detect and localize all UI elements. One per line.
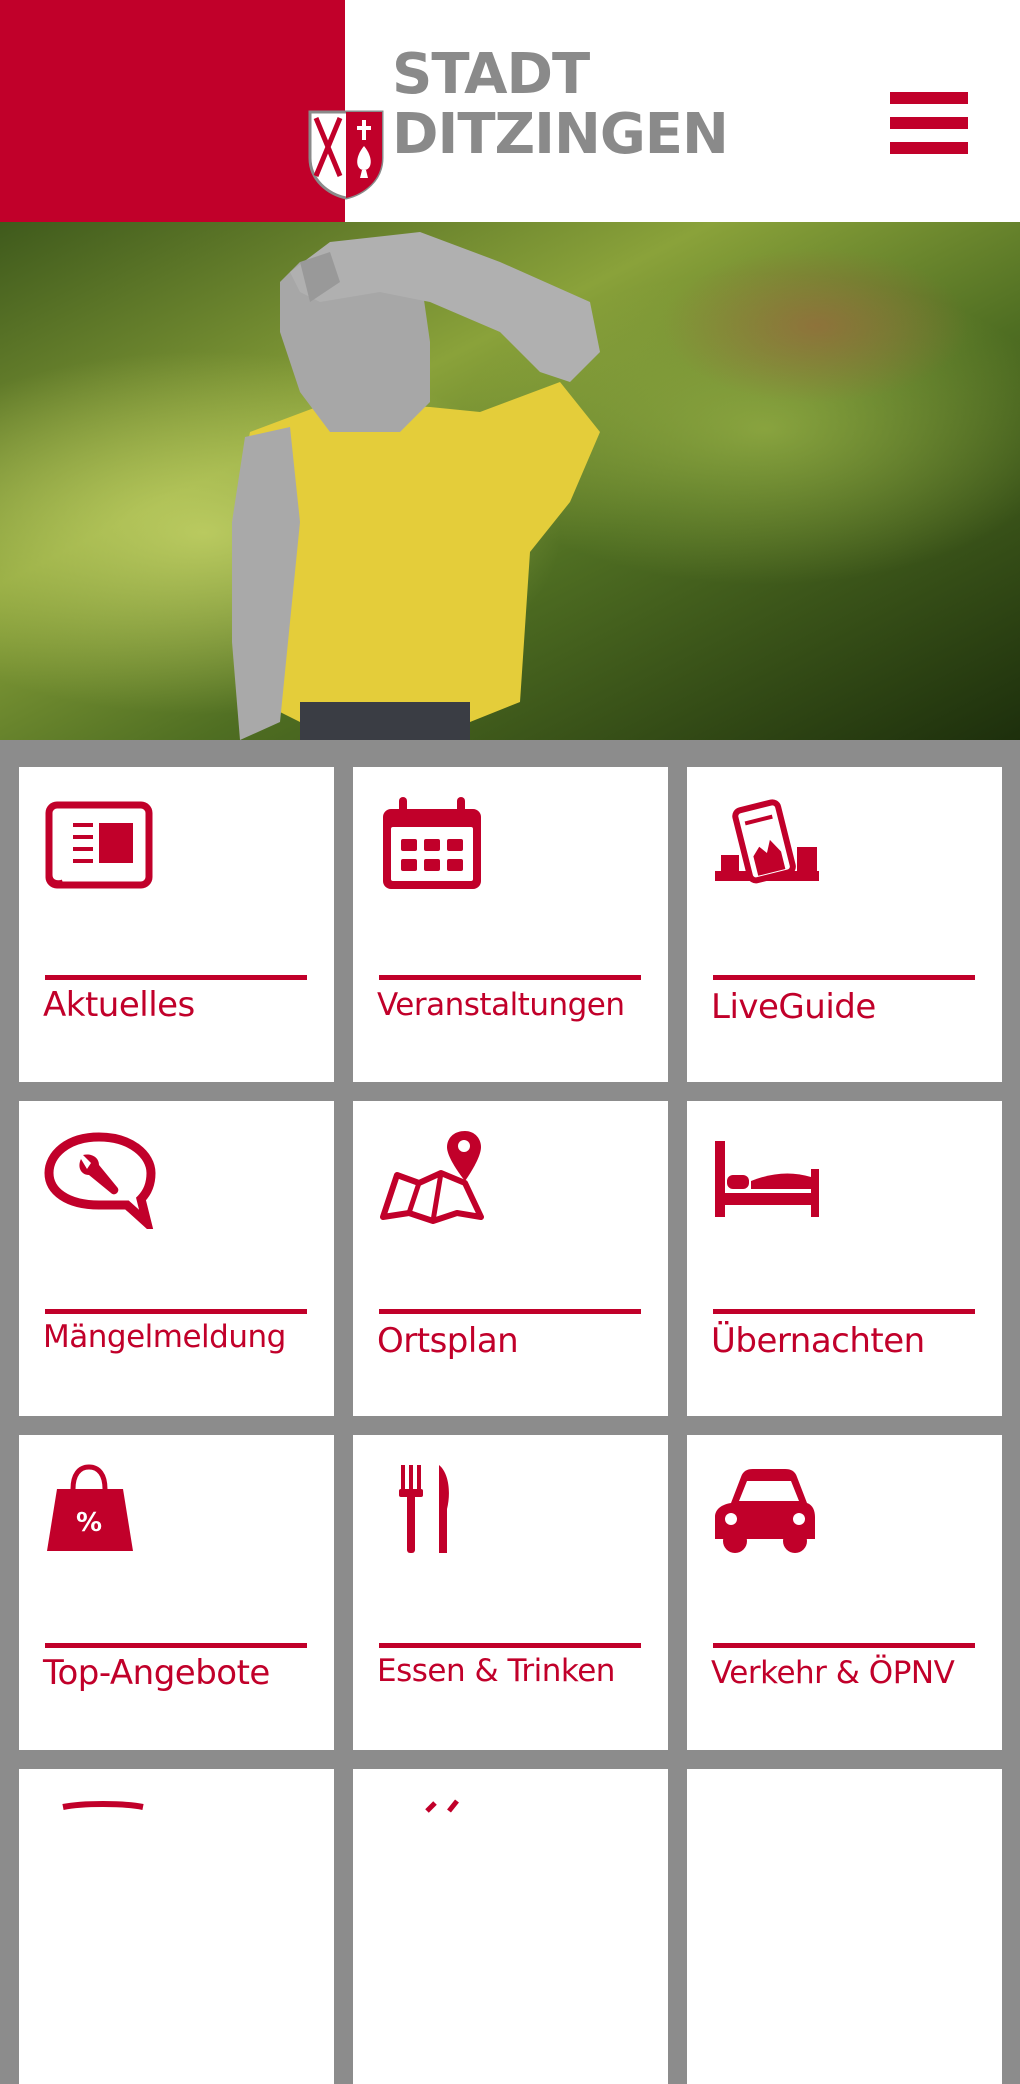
header-red-block xyxy=(0,0,345,222)
tile-verkehr-oepnv[interactable]: Verkehr & ÖPNV xyxy=(687,1435,1002,1750)
tile-ortsplan[interactable]: Ortsplan xyxy=(353,1101,668,1416)
tile-liveguide[interactable]: LiveGuide xyxy=(687,767,1002,1082)
wooden-figure-statue-photo xyxy=(0,222,1020,740)
tile-top-angebote[interactable]: % Top-Angebote xyxy=(19,1435,334,1750)
app-header: STADT DITZINGEN xyxy=(0,0,1020,222)
tile-aktuelles[interactable]: Aktuelles xyxy=(19,767,334,1082)
brand-line-2: DITZINGEN xyxy=(392,102,729,167)
tile-label: Verkehr & ÖPNV xyxy=(711,1655,955,1691)
tile-label: Veranstaltungen xyxy=(377,987,625,1023)
fork-knife-icon xyxy=(399,1465,449,1553)
tile-label: Übernachten xyxy=(711,1321,925,1361)
newspaper-icon xyxy=(45,801,153,889)
city-crest-icon xyxy=(308,110,384,200)
tile-partial-2[interactable] xyxy=(353,1769,668,2084)
tile-partial-1[interactable] xyxy=(19,1769,334,2084)
bed-icon xyxy=(715,1141,819,1217)
hero-image xyxy=(0,222,1020,740)
tile-divider xyxy=(45,1309,307,1314)
tile-divider xyxy=(45,1643,307,1648)
city-logo[interactable]: STADT DITZINGEN xyxy=(308,40,729,210)
tile-divider xyxy=(713,1309,975,1314)
tile-partial-3[interactable] xyxy=(687,1769,1002,2084)
tile-uebernachten[interactable]: Übernachten xyxy=(687,1101,1002,1416)
tile-divider xyxy=(379,1643,641,1648)
car-icon xyxy=(715,1469,815,1553)
map-pin-icon xyxy=(380,1131,484,1224)
tile-label: Top-Angebote xyxy=(43,1653,270,1693)
partial-icon xyxy=(62,1801,144,1810)
wrench-speech-bubble-icon xyxy=(44,1132,156,1229)
tile-divider xyxy=(713,975,975,980)
calendar-icon xyxy=(383,797,481,889)
hamburger-menu-icon[interactable] xyxy=(890,92,968,154)
brand-line-1: STADT xyxy=(392,42,590,107)
tile-divider xyxy=(45,975,307,980)
tile-label: Essen & Trinken xyxy=(377,1653,615,1689)
tile-divider xyxy=(379,975,641,980)
feature-grid: Aktuelles Veranstaltungen LiveGuide Mäng… xyxy=(0,740,1020,2084)
svg-text:%: % xyxy=(76,1508,102,1538)
partial-icon xyxy=(425,1799,459,1813)
tile-label: LiveGuide xyxy=(711,987,876,1027)
tile-label: Ortsplan xyxy=(377,1321,519,1361)
tile-label: Aktuelles xyxy=(43,985,195,1025)
live-guide-icon xyxy=(715,799,819,884)
tile-veranstaltungen[interactable]: Veranstaltungen xyxy=(353,767,668,1082)
shopping-bag-percent-icon: % xyxy=(47,1464,133,1551)
tile-essen-trinken[interactable]: Essen & Trinken xyxy=(353,1435,668,1750)
tile-label: Mängelmeldung xyxy=(43,1319,286,1355)
tile-maengelmeldung[interactable]: Mängelmeldung xyxy=(19,1101,334,1416)
tile-divider xyxy=(379,1309,641,1314)
tile-divider xyxy=(713,1643,975,1648)
